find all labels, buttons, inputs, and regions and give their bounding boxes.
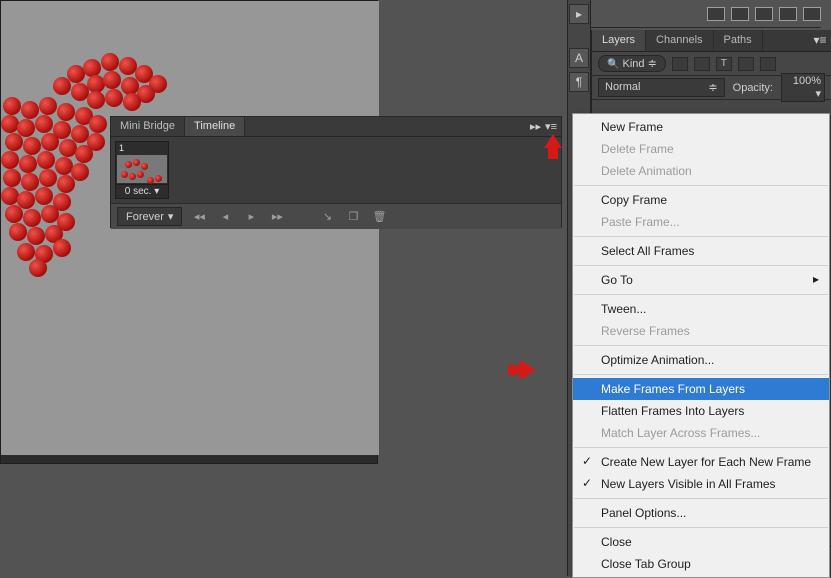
menu-delete-animation: Delete Animation xyxy=(573,160,829,182)
menu-copy-frame[interactable]: Copy Frame xyxy=(573,189,829,211)
delete-frame-button[interactable]: 🗑 xyxy=(370,209,388,225)
adjustment-icon-2[interactable] xyxy=(731,7,749,21)
filter-pixel-icon[interactable] xyxy=(672,57,688,71)
adjustment-icon-1[interactable] xyxy=(707,7,725,21)
menu-select-all-frames[interactable]: Select All Frames xyxy=(573,240,829,262)
menu-flatten-frames-into-layers[interactable]: Flatten Frames Into Layers xyxy=(573,400,829,422)
callout-arrow-menu-button xyxy=(544,134,562,148)
menu-close[interactable]: Close xyxy=(573,531,829,553)
adjustment-icon-5[interactable] xyxy=(803,7,821,21)
menu-separator xyxy=(574,447,828,448)
menu-close-tab-group[interactable]: Close Tab Group xyxy=(573,553,829,575)
filter-adjust-icon[interactable] xyxy=(694,57,710,71)
menu-go-to[interactable]: Go To xyxy=(573,269,829,291)
tab-layers[interactable]: Layers xyxy=(592,30,646,51)
tween-button[interactable]: ↘ xyxy=(318,209,336,225)
menu-separator xyxy=(574,345,828,346)
menu-separator xyxy=(574,265,828,266)
menu-optimize-animation[interactable]: Optimize Animation... xyxy=(573,349,829,371)
paragraph-panel-icon[interactable]: ¶ xyxy=(569,72,589,92)
character-panel-icon[interactable]: A xyxy=(569,48,589,68)
duplicate-frame-button[interactable]: ❐ xyxy=(344,209,362,225)
menu-new-layers-visible[interactable]: New Layers Visible in All Frames xyxy=(573,473,829,495)
menu-separator xyxy=(574,294,828,295)
menu-separator xyxy=(574,236,828,237)
menu-create-new-layer-each-frame[interactable]: Create New Layer for Each New Frame xyxy=(573,451,829,473)
menu-panel-options[interactable]: Panel Options... xyxy=(573,502,829,524)
menu-new-frame[interactable]: New Frame xyxy=(573,116,829,138)
menu-match-layer-across-frames: Match Layer Across Frames... xyxy=(573,422,829,444)
menu-separator xyxy=(574,527,828,528)
filter-type-icon[interactable]: T xyxy=(716,57,732,71)
menu-delete-frame: Delete Frame xyxy=(573,138,829,160)
timeline-tabs: Mini Bridge Timeline ▸▸ ▾≡ xyxy=(111,117,561,137)
timeline-panel: Mini Bridge Timeline ▸▸ ▾≡ 1 0 sec. ▾ xyxy=(110,116,562,228)
layers-panel-tabs: Layers Channels Paths ▾≡ xyxy=(592,30,831,52)
timeline-flyout-icon[interactable]: ▾≡ xyxy=(545,120,557,133)
timeline-collapse-icon[interactable]: ▸▸ xyxy=(530,120,541,133)
tab-mini-bridge[interactable]: Mini Bridge xyxy=(111,117,185,136)
tab-paths[interactable]: Paths xyxy=(714,30,763,51)
chevron-down-icon: ▾ xyxy=(154,186,159,197)
opacity-input[interactable]: 100% ▾ xyxy=(781,73,825,102)
menu-make-frames-from-layers[interactable]: Make Frames From Layers xyxy=(573,378,829,400)
tab-timeline[interactable]: Timeline xyxy=(185,117,245,136)
timeline-controls: Forever▾ ◂◂ ◂ ▸ ▸▸ ↘ ❐ 🗑 xyxy=(111,203,561,229)
menu-tween[interactable]: Tween... xyxy=(573,298,829,320)
menu-separator xyxy=(574,374,828,375)
next-frame-button[interactable]: ▸▸ xyxy=(268,209,286,225)
first-frame-button[interactable]: ◂◂ xyxy=(190,209,208,225)
menu-reverse-frames: Reverse Frames xyxy=(573,320,829,342)
chevron-down-icon: ▾ xyxy=(168,210,174,223)
timeline-flyout-menu: New Frame Delete Frame Delete Animation … xyxy=(572,113,830,578)
callout-arrow-menu-item xyxy=(520,360,536,380)
frame-thumb-1[interactable]: 1 0 sec. ▾ xyxy=(115,141,169,199)
image-content-main xyxy=(1,97,109,281)
collapse-icon[interactable]: ▸ xyxy=(569,4,589,24)
opacity-label: Opacity: xyxy=(733,82,773,94)
panel-flyout-icon[interactable]: ▾≡ xyxy=(809,30,831,51)
blend-row: Normal≑ Opacity: 100% ▾ xyxy=(592,76,831,100)
frame-duration[interactable]: 0 sec. ▾ xyxy=(116,184,168,198)
options-bar xyxy=(591,0,821,28)
prev-frame-button[interactable]: ◂ xyxy=(216,209,234,225)
adjustment-icon-4[interactable] xyxy=(779,7,797,21)
menu-separator xyxy=(574,498,828,499)
blend-mode-select[interactable]: Normal≑ xyxy=(598,78,725,97)
layer-filter-kind[interactable]: 🔍 Kind ≑ xyxy=(598,55,666,72)
tab-channels[interactable]: Channels xyxy=(646,30,713,51)
menu-separator xyxy=(574,185,828,186)
filter-shape-icon[interactable] xyxy=(738,57,754,71)
frame-preview xyxy=(117,155,167,183)
frame-number: 1 xyxy=(116,142,168,154)
play-button[interactable]: ▸ xyxy=(242,209,260,225)
adjustment-icon-3[interactable] xyxy=(755,7,773,21)
document-canvas[interactable] xyxy=(0,0,378,464)
timeline-frames: 1 0 sec. ▾ xyxy=(111,137,561,203)
menu-paste-frame: Paste Frame... xyxy=(573,211,829,233)
loop-select[interactable]: Forever▾ xyxy=(117,207,182,226)
filter-smart-icon[interactable] xyxy=(760,57,776,71)
